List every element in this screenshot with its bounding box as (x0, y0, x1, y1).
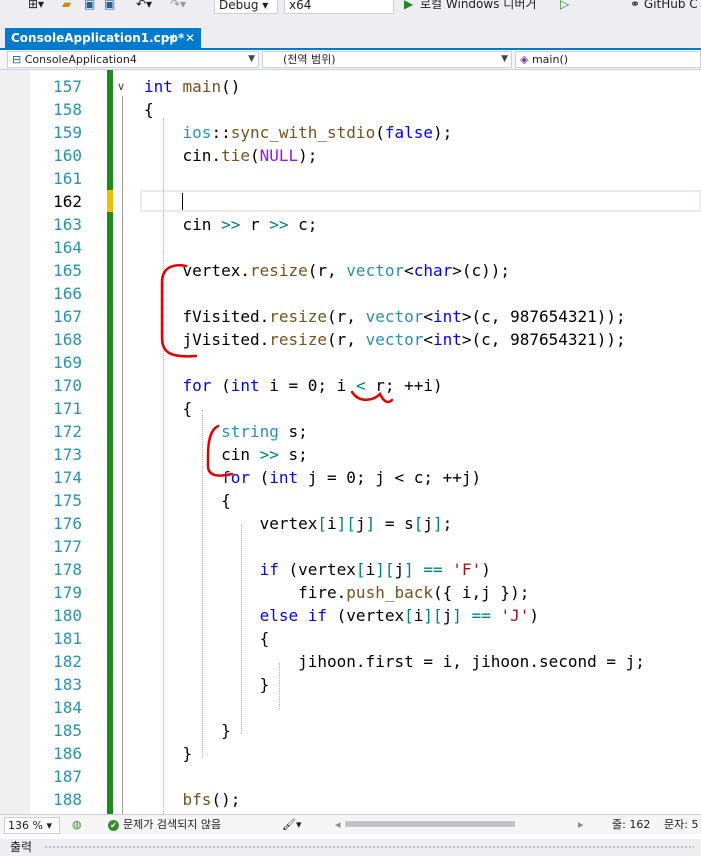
horizontal-scrollbar[interactable] (345, 821, 515, 827)
scroll-left-icon[interactable]: ◂ (335, 817, 341, 832)
drag-grip[interactable] (44, 845, 694, 850)
project-value: ConsoleApplication4 (24, 53, 137, 66)
navigation-bar: ⊟ ConsoleApplication4 ▼ (전역 범위) ▼ ◈ main… (0, 50, 701, 70)
start-debug-icon[interactable]: ▶ (404, 0, 413, 14)
zoom-dropdown[interactable]: 136 % ▾ (4, 817, 60, 834)
main-toolbar: ⊞▾ ▰ ▣ ▣ ↶▾ ↷▾ Debug ▾ x64 ▶ 로컬 Windows … (0, 0, 701, 14)
annotation-underline-condition (350, 390, 394, 404)
tab-title: ConsoleApplication1.cpp* (11, 31, 185, 45)
tab-consoleapplication1[interactable]: ConsoleApplication1.cpp* ⊣ ✕ (5, 28, 201, 48)
method-icon: ◈ (520, 53, 529, 66)
scope-value: (전역 범위) (283, 53, 336, 66)
solution-config-icon[interactable]: ⊞▾ (28, 0, 44, 14)
code-cleanup-icon[interactable]: 🖌▾ (282, 817, 302, 832)
chevron-down-icon: ▼ (501, 54, 508, 64)
member-value: main() (531, 53, 569, 66)
chevron-down-icon: ▼ (248, 54, 255, 64)
zoom-value: 136 % (8, 819, 43, 832)
editor-status-bar: 136 % ▾ ◍ ✔ 문제가 검색되지 않음 🖌▾ ◂ ▸ 줄: 162 문자:… (0, 814, 701, 834)
github-button[interactable]: ⚭ GitHub C (630, 0, 698, 14)
project-dropdown[interactable]: ⊟ ConsoleApplication4 ▼ (7, 51, 259, 68)
config-value: Debug (219, 0, 259, 12)
start-without-debug-icon[interactable]: ▷ (560, 0, 569, 14)
save-all-icon[interactable]: ▣ (104, 0, 115, 14)
platform-value: x64 (289, 0, 312, 12)
project-icon: ⊟ (12, 53, 22, 66)
close-icon[interactable]: ✕ (185, 28, 195, 48)
problems-indicator[interactable]: ✔ 문제가 검색되지 않음 (108, 817, 221, 832)
output-title: 출력 (10, 840, 33, 854)
code-editor[interactable]: 157 158 159 160 161 162 163 164 165 166 167 168 169 1… (0, 70, 701, 814)
annotation-bracket-string (206, 424, 234, 477)
undo-icon[interactable]: ↶▾ (136, 0, 152, 14)
pin-icon[interactable]: ⊣ (165, 28, 175, 48)
document-tab-bar: ConsoleApplication1.cpp* ⊣ ✕ (0, 14, 701, 48)
save-icon[interactable]: ▣ (84, 0, 95, 14)
member-dropdown[interactable]: ◈ main() (515, 51, 701, 68)
scroll-right-icon[interactable]: ▸ (578, 817, 584, 832)
annotation-bracket-resize (160, 264, 198, 358)
output-panel-header[interactable]: 출력 (0, 839, 701, 856)
config-dropdown[interactable]: Debug ▾ (214, 0, 278, 14)
start-debug-button[interactable]: 로컬 Windows 디버거 (420, 0, 536, 14)
platform-dropdown[interactable]: x64 (284, 0, 394, 14)
health-icon: ◍ (72, 818, 82, 831)
red-annotations (160, 264, 394, 477)
check-icon: ✔ (108, 819, 119, 831)
github-icon: ⚭ (630, 0, 641, 11)
line-indicator: 줄: 162 (612, 818, 651, 831)
problems-text: 문제가 검색되지 않음 (123, 818, 222, 831)
open-folder-icon[interactable]: ▰ (62, 0, 71, 14)
scope-dropdown[interactable]: (전역 범위) ▼ (262, 51, 512, 68)
redo-icon[interactable]: ↷▾ (170, 0, 186, 14)
github-label: GitHub C (643, 0, 698, 11)
column-indicator: 문자: 5 (664, 818, 699, 831)
